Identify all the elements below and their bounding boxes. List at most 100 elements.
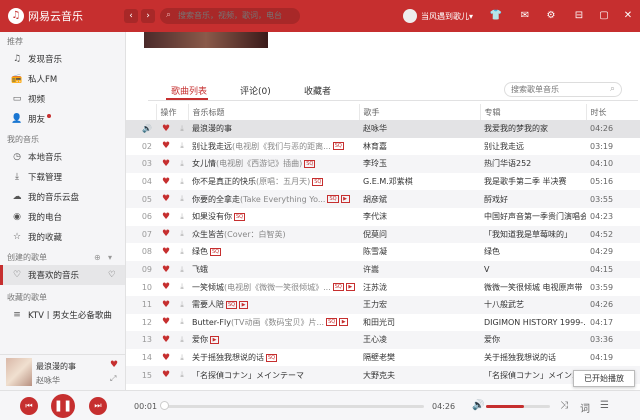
download-icon[interactable]: ⤓ [172, 278, 188, 296]
mv-icon[interactable]: ▶ [239, 300, 249, 309]
song-artist[interactable]: 大野克夫 [359, 366, 480, 384]
next-button[interactable]: ⏭ [89, 397, 107, 415]
sidebar-item-liked[interactable]: ♡ 我喜欢的音乐 ♡ [0, 265, 125, 285]
song-album[interactable]: 关于摇独我想说的话 [480, 348, 586, 367]
mv-icon[interactable]: ▶ [210, 335, 219, 344]
playlist-icon[interactable]: ☰ [600, 400, 609, 411]
download-icon[interactable]: ⤓ [172, 366, 188, 384]
heart-icon[interactable]: ♥ [156, 225, 172, 244]
heart-icon[interactable]: ♥ [156, 137, 172, 156]
heart-icon[interactable]: ♥ [156, 295, 172, 314]
song-album[interactable]: 绿色 [480, 243, 586, 261]
song-album[interactable]: 微微一笑很倾城 电视原声带 [480, 278, 586, 296]
progress-handle[interactable] [160, 401, 169, 410]
col-duration[interactable]: 时长 [586, 104, 640, 120]
mv-icon[interactable]: ▶ [340, 195, 350, 204]
heart-icon[interactable]: ♥ [156, 243, 172, 261]
song-artist[interactable]: 汪苏泷 [359, 278, 480, 296]
table-row[interactable]: 03 ♥ ⤓ 女儿情(电视剧《西游记》插曲) SQ 李玲玉 热门华语252 04:10 [126, 155, 640, 173]
volume-slider[interactable] [486, 405, 550, 408]
minimize-icon[interactable]: ⊟ [572, 9, 586, 23]
download-icon[interactable]: ⤓ [172, 295, 188, 314]
song-album[interactable]: 我爱我的梦我的家 [480, 120, 586, 138]
prev-button[interactable]: ⏮ [20, 397, 38, 415]
download-icon[interactable]: ⤓ [172, 137, 188, 156]
table-row[interactable]: 15♥⤓「名探偵コナン」メインテーマ大野克夫「名探偵コナン」メイン...02:1… [126, 366, 640, 384]
sidebar-item-downloads[interactable]: ⤓ 下载管理 [0, 167, 125, 187]
now-playing-panel[interactable]: 最浪漫的事 赵咏华 ♥ ⤢ [0, 354, 126, 390]
now-playing-artist[interactable]: 赵咏华 [36, 375, 60, 386]
heart-mode-icon[interactable]: ♡ [108, 270, 116, 280]
song-album[interactable]: 中国好声音第一季贵门演唱会 [480, 207, 586, 226]
mail-icon[interactable]: ✉ [518, 9, 532, 23]
song-title-cell[interactable]: 最浪漫的事 [188, 120, 359, 138]
song-album[interactable]: DIGIMON HISTORY 1999-... [480, 313, 586, 332]
download-icon[interactable]: ⤓ [172, 190, 188, 208]
heart-icon[interactable]: ♥ [156, 331, 172, 349]
song-title-cell[interactable]: 爱你 ▶ [188, 331, 359, 349]
download-icon[interactable]: ⤓ [172, 155, 188, 173]
song-artist[interactable]: 李玲玉 [359, 155, 480, 173]
col-title[interactable]: 音乐标题 [188, 104, 360, 120]
download-icon[interactable]: ⤓ [172, 260, 188, 279]
song-album[interactable]: 「名探偵コナン」メイン... [480, 366, 586, 384]
song-artist[interactable]: 李代沫 [359, 207, 480, 226]
download-icon[interactable]: ⤓ [172, 172, 188, 191]
user-name[interactable]: 当风遇到歌儿▾ [421, 11, 473, 22]
table-row[interactable]: 11 ♥ ⤓ 需要人陪 SQ ▶ 王力宏 十八般武艺 04:26 [126, 295, 640, 314]
download-icon[interactable]: ⤓ [172, 243, 188, 261]
now-playing-title[interactable]: 最浪漫的事 [36, 361, 76, 372]
song-title-cell[interactable]: 你要的全拿走(Take Everything Yo... SQ ▶ [188, 190, 359, 208]
sidebar-item-radio[interactable]: ◉ 我的电台 [0, 207, 125, 227]
song-artist[interactable]: 林育嘉 [359, 137, 480, 156]
song-artist[interactable]: 许嵩 [359, 260, 480, 279]
table-row[interactable]: 02 ♥ ⤓ 别让我走远(电视剧《我们与恶的距离... SQ 林育嘉 别让我走远 03:19 [126, 137, 640, 156]
song-title-cell[interactable]: 众生皆苦(Cover：白智英) [188, 225, 359, 244]
song-title-cell[interactable]: 飞蛾 [188, 260, 359, 279]
volume-icon[interactable]: 🔊 [472, 400, 484, 411]
table-row[interactable]: 05 ♥ ⤓ 你要的全拿走(Take Everything Yo... SQ ▶ 胡彦斌 酹戏… [126, 190, 640, 208]
table-row[interactable]: 08 ♥ ⤓ 绿色 SQ 陈雪凝 绿色 04:29 [126, 243, 640, 261]
heart-icon[interactable]: ♥ [156, 155, 172, 173]
table-row[interactable]: 12 ♥ ⤓ Butter-Fly(TV动画《数码宝贝》片... SQ ▶ 和田光司 DIGI… [126, 313, 640, 332]
heart-icon[interactable]: ♥ [156, 278, 172, 296]
song-artist[interactable]: 王力宏 [359, 295, 480, 314]
mv-icon[interactable]: ▶ [339, 318, 349, 327]
back-button[interactable]: ‹ [124, 9, 138, 23]
sidebar-item-local[interactable]: ◷ 本地音乐 [0, 147, 125, 167]
search-input[interactable] [160, 8, 300, 24]
song-title-cell[interactable]: Butter-Fly(TV动画《数码宝贝》片... SQ ▶ [188, 313, 359, 332]
song-title-cell[interactable]: 别让我走远(电视剧《我们与恶的距离... SQ [188, 137, 359, 156]
shirt-icon[interactable]: 👕 [489, 9, 503, 23]
close-icon[interactable]: ✕ [621, 9, 635, 23]
playlist-search-input[interactable] [504, 82, 622, 97]
heart-icon[interactable]: ♥ [156, 120, 172, 138]
song-artist[interactable]: 胡彦斌 [359, 190, 480, 208]
sidebar-item-collection[interactable]: ☆ 我的收藏 [0, 227, 125, 247]
song-album[interactable]: 我是歌手第二季 半决赛 [480, 172, 586, 191]
table-row[interactable]: 🔊 ♥ ⤓ 最浪漫的事 赵咏华 我爱我的梦我的家 04:26 [126, 120, 640, 138]
song-artist[interactable]: 赵咏华 [359, 120, 480, 138]
col-album[interactable]: 专辑 [480, 104, 587, 120]
song-album[interactable]: 别让我走远 [480, 137, 586, 156]
expand-icon[interactable]: ⤢ [110, 374, 116, 384]
tab-comments[interactable]: 评论(0) [240, 84, 271, 97]
tab-songs[interactable]: 歌曲列表 [171, 84, 207, 97]
song-album[interactable]: 热门华语252 [480, 155, 586, 173]
song-artist[interactable]: 倪莫问 [359, 225, 480, 244]
song-artist[interactable]: 王心凌 [359, 331, 480, 349]
heart-icon[interactable]: ♥ [156, 366, 172, 384]
maximize-icon[interactable]: ▢ [597, 9, 611, 23]
forward-button[interactable]: › [141, 9, 155, 23]
like-icon[interactable]: ♥ [110, 360, 118, 370]
sidebar-item-discover[interactable]: ♫ 发现音乐 [0, 49, 125, 69]
song-album[interactable]: 爱你 [480, 331, 586, 349]
song-title-cell[interactable]: 如果没有你 SQ [188, 207, 359, 226]
avatar[interactable] [403, 9, 417, 23]
lyrics-icon[interactable]: 词 [580, 400, 590, 415]
table-row[interactable]: 06 ♥ ⤓ 如果没有你 SQ 李代沫 中国好声音第一季贵门演唱会 04:23 [126, 207, 640, 226]
heart-icon[interactable]: ♥ [156, 172, 172, 191]
table-row[interactable]: 13 ♥ ⤓ 爱你 ▶ 王心凌 爱你 03:36 [126, 331, 640, 349]
heart-icon[interactable]: ♥ [156, 190, 172, 208]
mv-icon[interactable]: ▶ [345, 283, 355, 292]
